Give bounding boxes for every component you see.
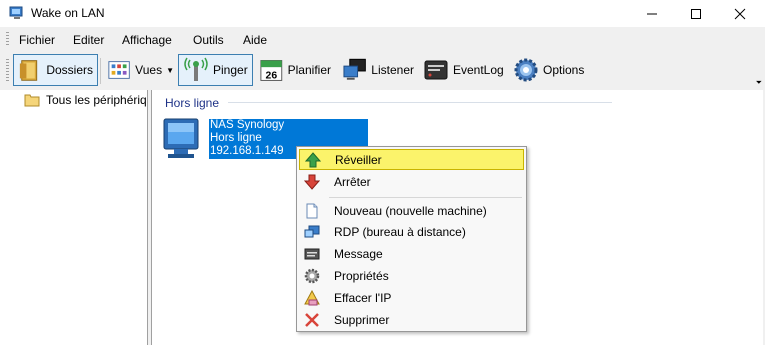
close-button[interactable] [718,0,762,27]
computer-icon[interactable] [160,117,204,161]
gear-icon [514,58,538,82]
vues-button[interactable]: Vues ▼ [103,54,178,86]
dropdown-arrow-icon: ▼ [166,65,174,75]
menu-item-wake[interactable]: Réveiller [299,149,524,170]
listener-label: Listener [371,63,414,77]
toolbar: Dossiers Vues ▼ Pinger 26 Planifier List… [0,51,765,89]
menu-item-label: RDP (bureau à distance) [334,224,466,239]
toolbar-grip[interactable] [6,59,9,83]
menu-separator [329,197,522,198]
dossiers-button[interactable]: Dossiers [13,54,98,86]
folder-icon [24,94,40,107]
minimize-icon [647,13,657,14]
eventlog-button[interactable]: EventLog [419,54,509,86]
menu-aide[interactable]: Aide [243,33,267,47]
menu-item-shutdown[interactable]: Arrêter [299,171,524,192]
close-icon [734,8,746,19]
minimize-button[interactable] [630,0,674,27]
menu-item-message[interactable]: Message [299,243,524,264]
vues-label: Vues [135,63,163,77]
event-log-icon [424,60,448,80]
maximize-button[interactable] [674,0,718,27]
menu-item-new[interactable]: Nouveau (nouvelle machine) [299,200,524,221]
device-status: Hors ligne [210,132,262,144]
folder-tree: Tous les périphérique [0,90,148,345]
arrow-up-green-icon [305,151,321,167]
group-header: Hors ligne [165,96,220,110]
menu-item-label: Propriétés [334,268,389,283]
menu-fichier[interactable]: Fichier [19,33,55,47]
toolbar-overflow-icon[interactable]: ⏷ [756,78,762,88]
menu-item-label: Arrêter [334,174,371,189]
menu-item-rdp[interactable]: RDP (bureau à distance) [299,221,524,242]
menu-outils[interactable]: Outils [193,33,224,47]
app-icon [9,6,23,19]
title-bar: Wake on LAN [0,0,765,27]
tree-item-all-devices[interactable]: Tous les périphérique [24,93,147,107]
antenna-icon [184,57,208,81]
menu-editer[interactable]: Editer [73,33,104,47]
menu-item-label: Message [334,246,383,261]
planifier-button[interactable]: 26 Planifier [255,54,335,86]
menu-item-properties[interactable]: Propriétés [299,265,524,286]
menu-item-label: Nouveau (nouvelle machine) [334,203,487,218]
pinger-label: Pinger [213,63,248,77]
context-menu: Réveiller Arrêter Nouveau (nouvelle mach… [296,146,527,332]
menu-item-label: Réveiller [335,152,382,167]
views-icon [108,61,130,79]
arrow-down-red-icon [304,174,320,190]
maximize-icon [691,8,701,19]
delete-x-icon [305,312,319,327]
menu-item-clear-ip[interactable]: Effacer l'IP [299,287,524,308]
new-document-icon [306,203,318,218]
gear-icon [304,268,320,283]
menu-item-label: Supprimer [334,312,390,327]
options-button[interactable]: Options [509,54,594,86]
eventlog-label: EventLog [453,63,504,77]
device-name: NAS Synology [210,119,285,131]
menu-affichage[interactable]: Affichage [122,33,172,47]
calendar-day: 26 [266,71,278,82]
menu-grip[interactable] [6,32,9,47]
monitor-icon [343,58,366,80]
pinger-button[interactable]: Pinger [178,54,253,86]
folder-icon [19,60,38,81]
menu-bar: Fichier Editer Affichage Outils Aide [0,28,765,50]
group-divider [228,102,612,103]
planifier-label: Planifier [287,63,331,77]
window-title: Wake on LAN [31,6,105,20]
remote-desktop-icon [304,225,320,237]
toolbar-separator [100,58,101,84]
options-label: Options [543,63,585,77]
message-icon [304,248,320,259]
dossiers-label: Dossiers [46,63,93,77]
listener-button[interactable]: Listener [338,54,418,86]
calendar-icon: 26 [260,60,283,82]
menu-item-delete[interactable]: Supprimer [299,309,524,330]
tree-item-label: Tous les périphérique [46,93,147,107]
eraser-icon [304,289,320,305]
menu-item-label: Effacer l'IP [334,290,392,305]
